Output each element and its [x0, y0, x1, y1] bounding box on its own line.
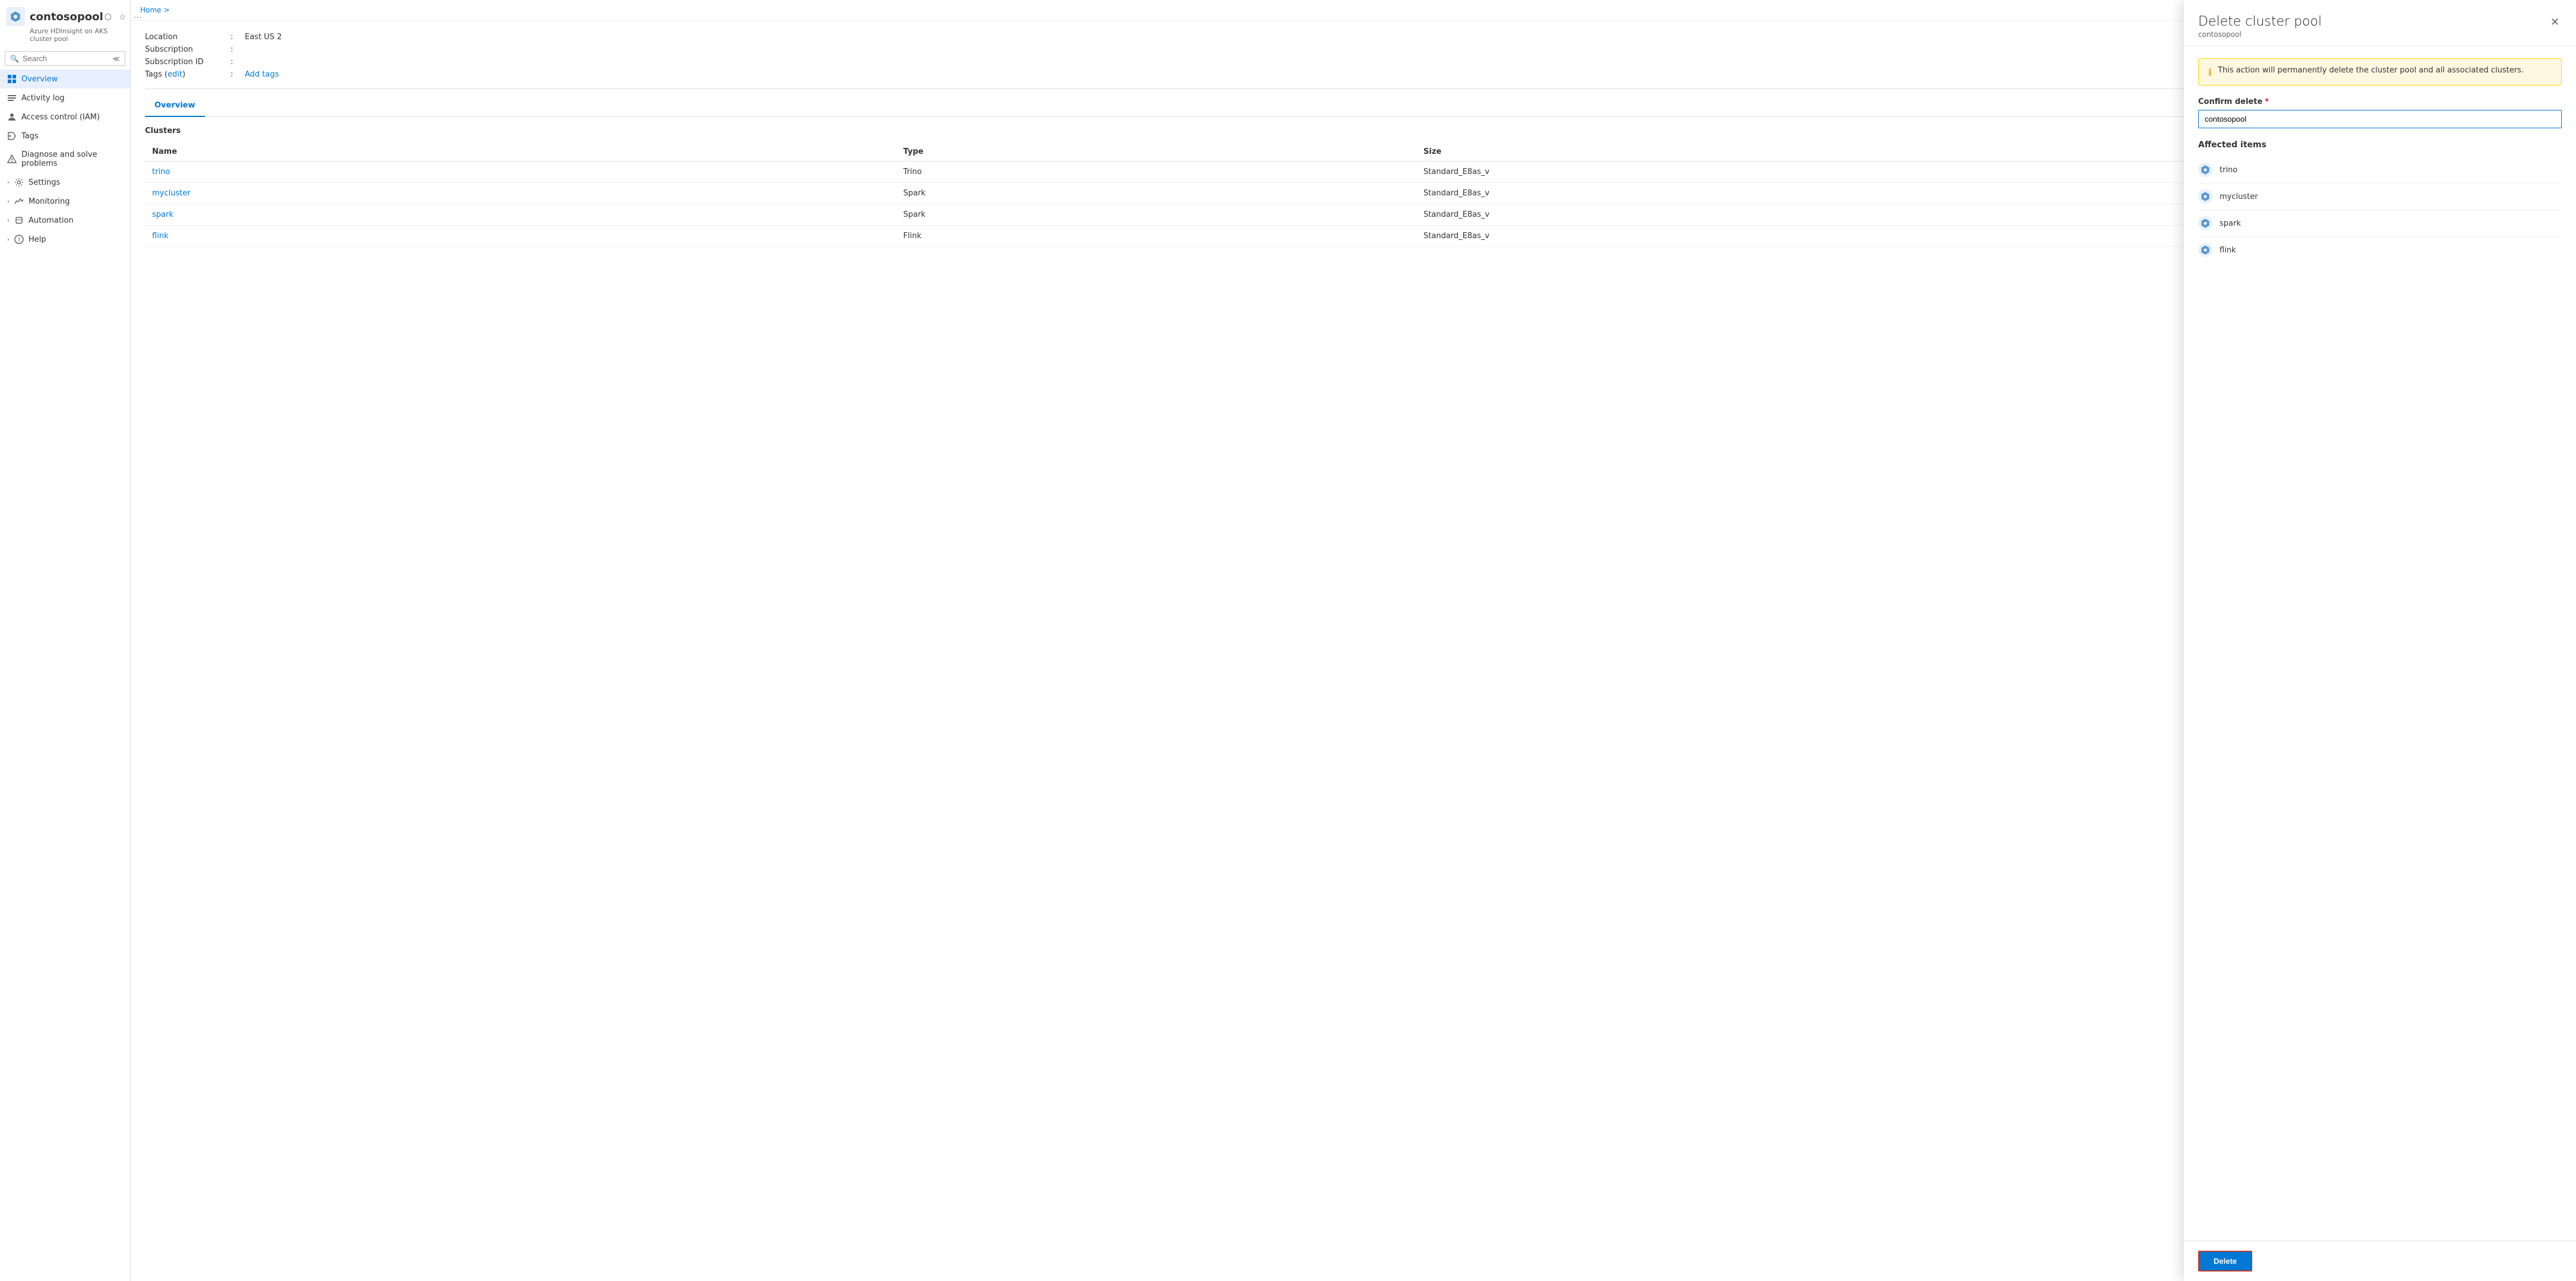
- cell-name: spark: [145, 204, 896, 226]
- overview-icon: [7, 74, 17, 84]
- help-icon: ?: [14, 235, 24, 244]
- affected-item-name: mycluster: [2220, 192, 2258, 201]
- diagnose-icon: [7, 154, 17, 164]
- cluster-icon: [2198, 216, 2212, 230]
- sidebar-item-access-control[interactable]: Access control (IAM): [0, 107, 130, 126]
- resource-name: contosopool: [30, 11, 103, 23]
- breadcrumb-separator: >: [163, 6, 169, 14]
- sidebar-item-overview[interactable]: Overview: [0, 69, 130, 88]
- affected-item-name: spark: [2220, 219, 2241, 228]
- warning-text: This action will permanently delete the …: [2218, 66, 2524, 75]
- pin-button[interactable]: ⬡: [103, 11, 113, 23]
- tab-overview[interactable]: Overview: [145, 96, 205, 117]
- affected-items-list: trino mycluster spark: [2198, 157, 2562, 263]
- monitoring-chevron: ›: [7, 198, 10, 205]
- help-chevron: ›: [7, 236, 10, 243]
- sidebar-item-automation[interactable]: › Automation: [0, 211, 130, 230]
- sidebar-nav: Overview Activity log Access control (IA…: [0, 69, 130, 1281]
- panel-body: ℹ This action will permanently delete th…: [2184, 46, 2576, 1241]
- confirm-label: Confirm delete *: [2198, 97, 2562, 106]
- sidebar-item-help-label: Help: [29, 235, 46, 244]
- automation-chevron: ›: [7, 217, 10, 224]
- search-input[interactable]: [23, 54, 112, 63]
- sidebar-item-activity-log[interactable]: Activity log: [0, 88, 130, 107]
- breadcrumb-home[interactable]: Home: [140, 6, 161, 14]
- cell-type: Trino: [896, 162, 1416, 183]
- resource-icon: [6, 7, 25, 26]
- cluster-icon: [2198, 189, 2212, 204]
- sidebar-item-help[interactable]: › ? Help: [0, 230, 130, 249]
- required-marker: *: [2265, 97, 2269, 106]
- activity-icon: [7, 93, 17, 103]
- location-label: Location: [145, 33, 228, 42]
- cluster-link[interactable]: mycluster: [152, 189, 191, 198]
- cell-name: flink: [145, 226, 896, 247]
- affected-item-name: trino: [2220, 166, 2237, 175]
- cluster-link[interactable]: spark: [152, 210, 173, 219]
- sidebar-item-tags[interactable]: Tags: [0, 126, 130, 146]
- sidebar-item-settings-label: Settings: [29, 178, 60, 187]
- cluster-icon: [2198, 243, 2212, 257]
- sidebar-item-diagnose[interactable]: Diagnose and solve problems: [0, 146, 130, 173]
- sidebar: contosopool ⬡ ☆ ··· Azure HDInsight on A…: [0, 0, 131, 1281]
- search-box[interactable]: 🔍 ≪: [5, 51, 125, 66]
- cluster-link[interactable]: flink: [152, 232, 169, 241]
- cluster-link[interactable]: trino: [152, 167, 170, 176]
- sidebar-item-monitoring[interactable]: › Monitoring: [0, 192, 130, 211]
- cell-type: Flink: [896, 226, 1416, 247]
- svg-text:?: ?: [18, 237, 21, 243]
- col-type: Type: [896, 143, 1416, 162]
- resource-subtitle: Azure HDInsight on AKS cluster pool: [30, 27, 124, 43]
- affected-item: flink: [2198, 237, 2562, 263]
- search-icon: 🔍: [10, 55, 19, 63]
- iam-icon: [7, 112, 17, 122]
- favorite-button[interactable]: ☆: [118, 11, 128, 23]
- warning-icon: ℹ: [2208, 67, 2212, 78]
- panel-footer: Delete: [2184, 1241, 2576, 1281]
- tags-icon: [7, 131, 17, 141]
- panel-header: Delete cluster pool contosopool ✕: [2184, 0, 2576, 46]
- collapse-button[interactable]: ≪: [112, 55, 120, 63]
- subscription-label: Subscription: [145, 45, 228, 54]
- cluster-icon: [2198, 163, 2212, 177]
- panel-subtitle: contosopool: [2198, 30, 2322, 39]
- affected-item: spark: [2198, 210, 2562, 237]
- cell-name: trino: [145, 162, 896, 183]
- delete-button[interactable]: Delete: [2198, 1251, 2252, 1271]
- sidebar-item-tags-label: Tags: [21, 132, 39, 141]
- affected-items-title: Affected items: [2198, 140, 2562, 150]
- automation-icon: [14, 216, 24, 225]
- panel-title: Delete cluster pool: [2198, 14, 2322, 29]
- col-name: Name: [145, 143, 896, 162]
- settings-icon: [14, 178, 24, 187]
- sidebar-item-overview-label: Overview: [21, 75, 58, 84]
- sidebar-header: contosopool ⬡ ☆ ··· Azure HDInsight on A…: [0, 0, 130, 48]
- warning-banner: ℹ This action will permanently delete th…: [2198, 58, 2562, 86]
- sidebar-item-access-control-label: Access control (IAM): [21, 113, 100, 122]
- cell-name: mycluster: [145, 183, 896, 204]
- affected-item-name: flink: [2220, 246, 2236, 255]
- tags-label: Tags (edit): [145, 70, 228, 79]
- tags-edit-link[interactable]: edit: [168, 70, 182, 79]
- settings-chevron: ›: [7, 179, 10, 186]
- affected-item: mycluster: [2198, 184, 2562, 210]
- sidebar-item-activity-log-label: Activity log: [21, 94, 65, 103]
- delete-panel: Delete cluster pool contosopool ✕ ℹ This…: [2184, 0, 2576, 1281]
- subscription-id-label: Subscription ID: [145, 58, 228, 67]
- sidebar-item-automation-label: Automation: [29, 216, 74, 225]
- cell-type: Spark: [896, 183, 1416, 204]
- affected-item: trino: [2198, 157, 2562, 184]
- sidebar-item-settings[interactable]: › Settings: [0, 173, 130, 192]
- close-panel-button[interactable]: ✕: [2548, 14, 2562, 30]
- cell-type: Spark: [896, 204, 1416, 226]
- sidebar-item-diagnose-label: Diagnose and solve problems: [21, 150, 123, 168]
- sidebar-item-monitoring-label: Monitoring: [29, 197, 70, 206]
- confirm-delete-input[interactable]: [2198, 110, 2562, 128]
- monitoring-icon: [14, 197, 24, 206]
